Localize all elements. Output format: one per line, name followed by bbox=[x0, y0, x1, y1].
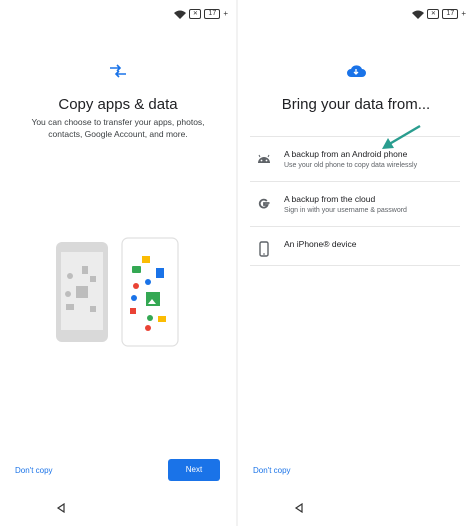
back-icon[interactable] bbox=[56, 503, 66, 513]
battery-level: 17 bbox=[204, 9, 221, 19]
android-icon bbox=[258, 154, 270, 163]
status-bar: ✕ 17 + bbox=[174, 9, 228, 19]
page-subtitle: You can choose to transfer your apps, ph… bbox=[31, 117, 205, 139]
page-title: Bring your data from... bbox=[281, 96, 431, 113]
annotation-arrow-icon bbox=[382, 124, 421, 149]
page-title: Copy apps & data bbox=[58, 96, 178, 113]
google-icon bbox=[258, 198, 270, 209]
option-label: An iPhone® device bbox=[284, 239, 357, 249]
source-options-list: A backup from an Android phone Use your … bbox=[250, 136, 460, 266]
option-sublabel: Use your old phone to copy data wireless… bbox=[284, 162, 418, 169]
dont-copy-button[interactable]: Don't copy bbox=[15, 466, 53, 475]
dont-copy-button[interactable]: Don't copy bbox=[253, 466, 291, 475]
transfer-arrows-icon bbox=[110, 64, 126, 78]
charging-icon: + bbox=[461, 9, 466, 18]
option-cloud-backup[interactable]: A backup from the cloud Sign in with you… bbox=[250, 181, 460, 226]
phones-illustration bbox=[56, 237, 179, 347]
option-label: A backup from the cloud bbox=[284, 194, 376, 204]
back-icon[interactable] bbox=[294, 503, 304, 513]
charging-icon: + bbox=[223, 9, 228, 18]
copy-apps-screen: ✕ 17 + Copy apps & data You can choose t… bbox=[0, 0, 236, 526]
option-iphone[interactable]: An iPhone® device bbox=[250, 226, 460, 266]
next-button[interactable]: Next bbox=[168, 459, 220, 481]
status-bar: ✕ 17 + bbox=[412, 9, 466, 19]
wifi-icon bbox=[412, 10, 425, 19]
option-sublabel: Sign in with your username & password bbox=[284, 207, 407, 214]
cloud-download-icon bbox=[347, 65, 366, 77]
mute-icon: ✕ bbox=[189, 9, 202, 19]
wifi-icon bbox=[174, 10, 187, 19]
battery-level: 17 bbox=[442, 9, 459, 19]
iphone-icon bbox=[259, 241, 269, 257]
bring-data-screen: ✕ 17 + Bring your data from... A backup … bbox=[238, 0, 474, 526]
option-android-backup[interactable]: A backup from an Android phone Use your … bbox=[250, 136, 460, 181]
mute-icon: ✕ bbox=[427, 9, 440, 19]
